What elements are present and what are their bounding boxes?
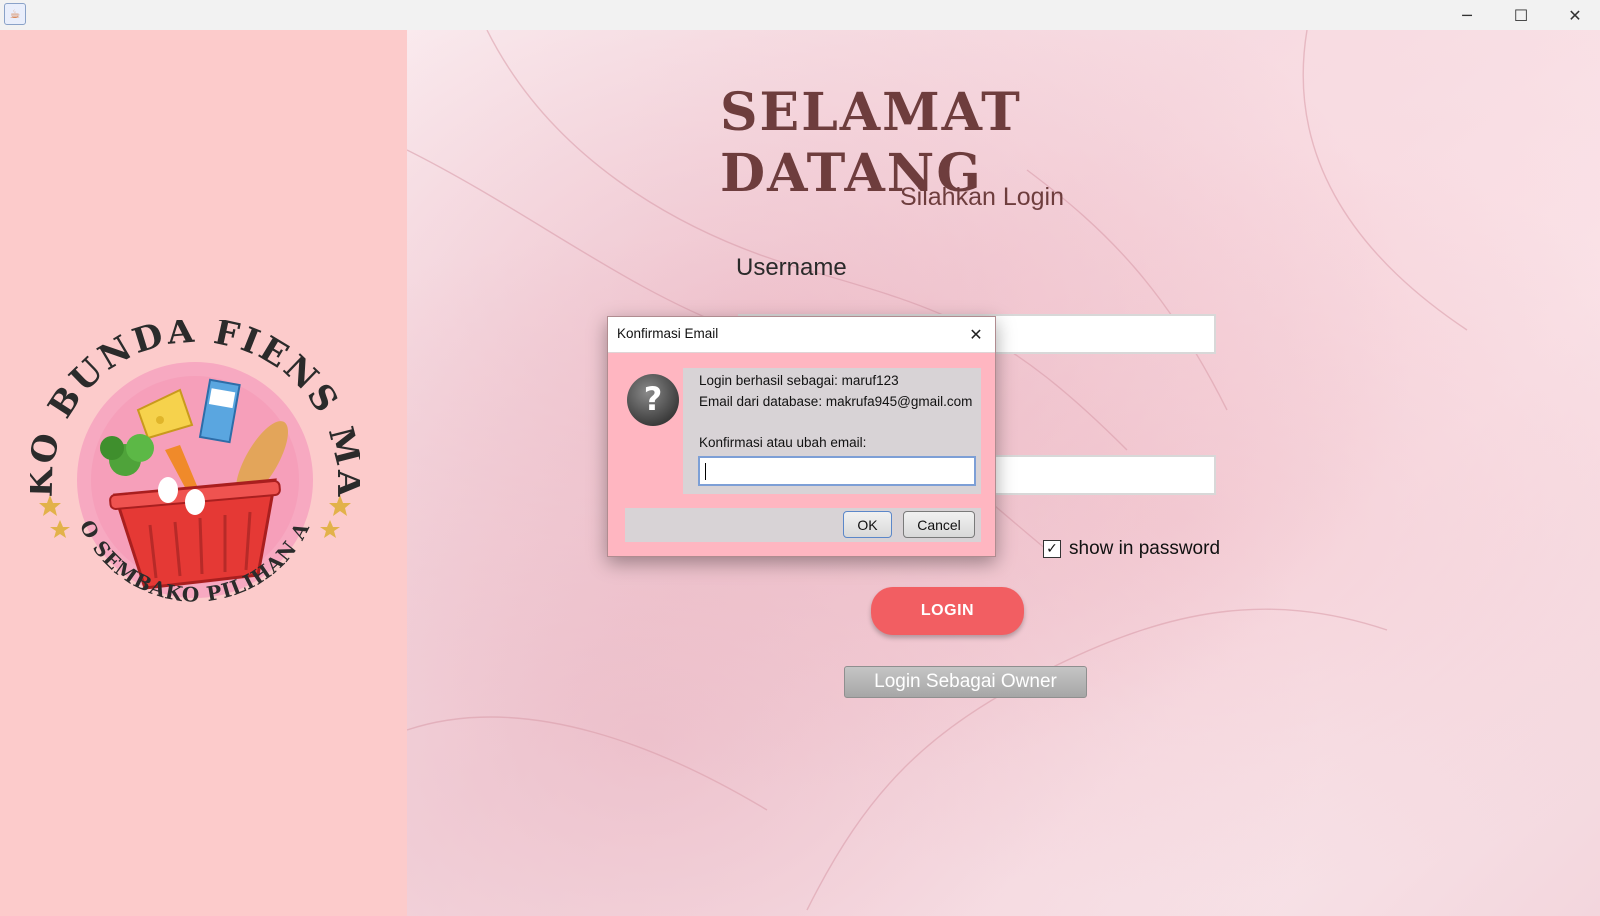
- database-email-message: Email dari database: makrufa945@gmail.co…: [699, 394, 973, 409]
- login-button[interactable]: LOGIN: [871, 587, 1024, 635]
- username-label: Username: [736, 254, 847, 281]
- login-as-owner-button[interactable]: Login Sebagai Owner: [844, 666, 1087, 698]
- dialog-button-bar: OK Cancel: [625, 508, 981, 542]
- email-confirmation-dialog: Konfirmasi Email ✕ ? Login berhasil seba…: [607, 316, 996, 557]
- window-title-bar: ☕ ─ ☐ ✕: [0, 0, 1600, 31]
- dialog-title: Konfirmasi Email: [617, 326, 719, 341]
- show-password-toggle[interactable]: ✓ show in password: [1043, 538, 1220, 560]
- dialog-message-panel: Login berhasil sebagai: maruf123 Email d…: [683, 368, 981, 494]
- question-icon: ?: [627, 374, 679, 426]
- svg-text:?: ?: [644, 380, 663, 418]
- dialog-close-button[interactable]: ✕: [963, 321, 989, 347]
- login-subtitle: Silahkan Login: [900, 183, 1065, 211]
- java-cup-icon: ☕: [4, 3, 26, 25]
- text-caret: [705, 463, 706, 480]
- maximize-button[interactable]: ☐: [1494, 0, 1548, 30]
- minimize-button[interactable]: ─: [1440, 0, 1494, 30]
- close-window-button[interactable]: ✕: [1548, 0, 1600, 30]
- email-input[interactable]: [698, 456, 976, 486]
- show-password-checkbox[interactable]: ✓: [1043, 540, 1061, 558]
- store-logo: TOKO BUNDA FIENS MART TOKO SEMBAKO PILIH…: [30, 320, 360, 607]
- dialog-title-bar: Konfirmasi Email ✕: [608, 317, 995, 353]
- cancel-button[interactable]: Cancel: [903, 511, 975, 538]
- email-prompt-label: Konfirmasi atau ubah email:: [699, 435, 867, 450]
- left-branding-panel: TOKO BUNDA FIENS MART TOKO SEMBAKO PILIH…: [0, 30, 407, 916]
- show-password-label: show in password: [1069, 538, 1221, 559]
- login-success-message: Login berhasil sebagai: maruf123: [699, 373, 899, 388]
- ok-button[interactable]: OK: [843, 511, 892, 538]
